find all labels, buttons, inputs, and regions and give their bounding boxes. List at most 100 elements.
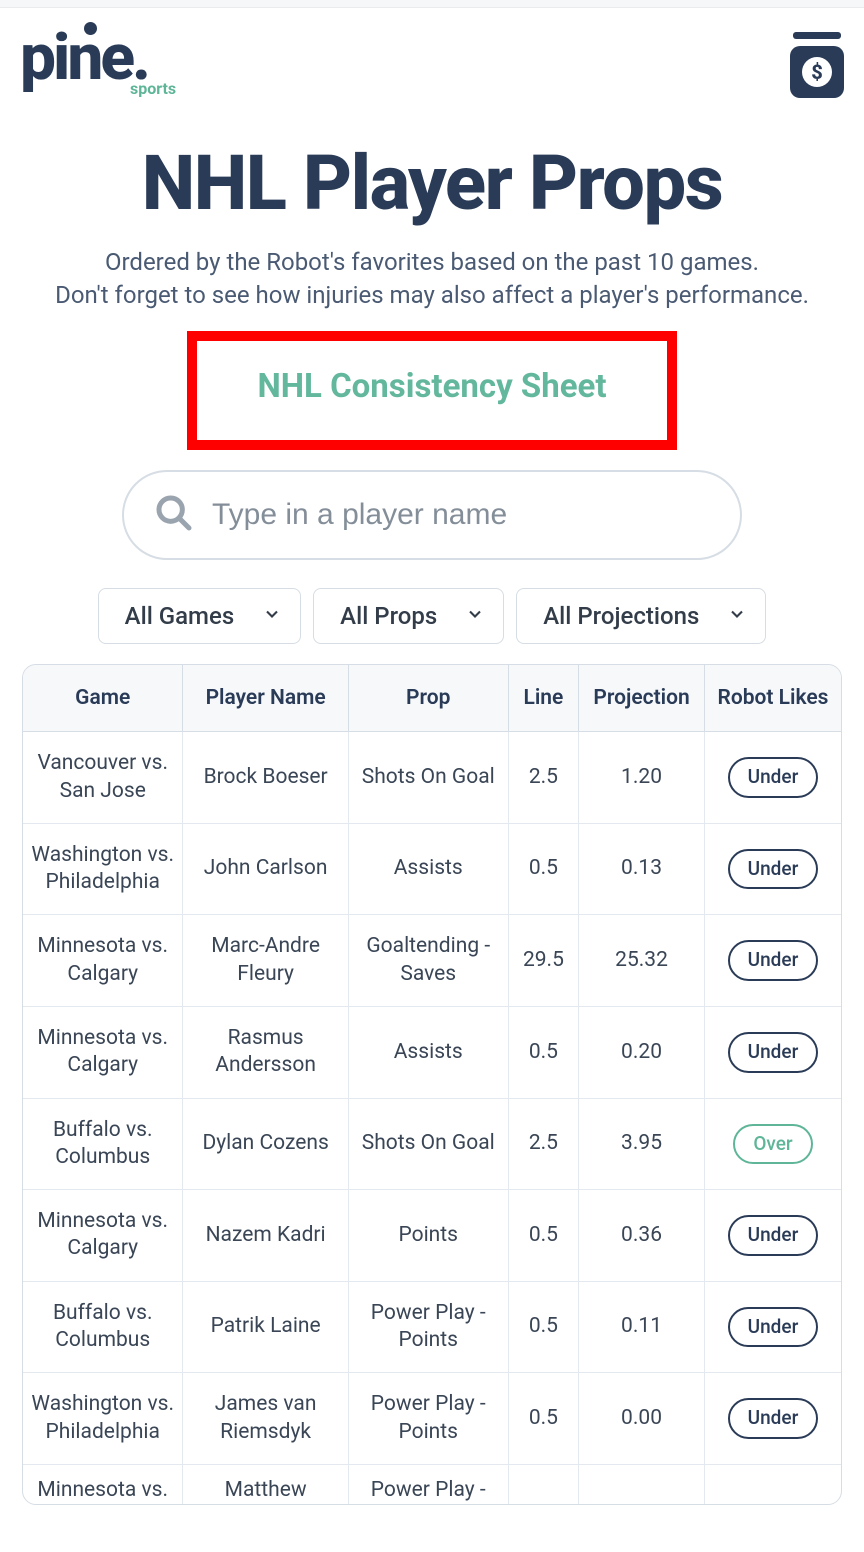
main-content: NHL Player Props Ordered by the Robot's …: [0, 138, 864, 1505]
cell-player: Brock Boeser: [183, 732, 348, 824]
cell-game: Washington vs. Philadelphia: [23, 1373, 183, 1465]
col-header-player[interactable]: Player Name: [183, 665, 348, 732]
cell-prop: Power Play - Points: [348, 1281, 508, 1373]
top-divider: [0, 0, 864, 8]
cell-projection: 0.13: [579, 823, 705, 915]
props-table-container: Game Player Name Prop Line Projection Ro…: [22, 664, 842, 1505]
cell-game: Washington vs. Philadelphia: [23, 823, 183, 915]
cell-game: Buffalo vs. Columbus: [23, 1098, 183, 1190]
cell-prop: Goaltending - Saves: [348, 915, 508, 1007]
col-header-likes[interactable]: Robot Likes: [704, 665, 841, 732]
cell-prop: Points: [348, 1190, 508, 1282]
props-table: Game Player Name Prop Line Projection Ro…: [23, 665, 841, 1504]
search-icon: [154, 493, 194, 537]
cell-projection: 0.00: [579, 1373, 705, 1465]
under-pill-button[interactable]: Under: [728, 1398, 819, 1439]
logo-main-text: pine.: [20, 32, 148, 83]
cell-game: Vancouver vs. San Jose: [23, 732, 183, 824]
cell-player: Dylan Cozens: [183, 1098, 348, 1190]
cell-prop: Power Play - Points: [348, 1373, 508, 1465]
cell-prop: Assists: [348, 823, 508, 915]
cell-player: Rasmus Andersson: [183, 1007, 348, 1099]
cell-game: Buffalo vs. Columbus: [23, 1281, 183, 1373]
under-pill-button[interactable]: Under: [728, 849, 819, 890]
cell-projection: 0.20: [579, 1007, 705, 1099]
logo[interactable]: pine. sports: [20, 32, 176, 98]
table-row: Minnesota vs. CalgaryNazem KadriPoints0.…: [23, 1190, 841, 1282]
table-header-row: Game Player Name Prop Line Projection Ro…: [23, 665, 841, 732]
cell-line: 0.5: [508, 823, 578, 915]
cell-robot-likes: Under: [704, 732, 841, 824]
tip-jar-icon[interactable]: $: [790, 32, 844, 98]
consistency-sheet-link[interactable]: NHL Consistency Sheet: [257, 367, 606, 406]
cell-robot-likes: Over: [704, 1098, 841, 1190]
cell-robot-likes: Under: [704, 1281, 841, 1373]
cell-player: Matthew: [183, 1464, 348, 1504]
table-row: Vancouver vs. San JoseBrock BoeserShots …: [23, 732, 841, 824]
cell-player: James van Riemsdyk: [183, 1373, 348, 1465]
cell-robot-likes: Under: [704, 915, 841, 1007]
cell-empty: [508, 1464, 578, 1504]
jar-lid-icon: [793, 32, 841, 39]
under-pill-button[interactable]: Under: [728, 757, 819, 798]
page-title: NHL Player Props: [22, 138, 842, 228]
cell-game: Minnesota vs.: [23, 1464, 183, 1504]
cell-player: Patrik Laine: [183, 1281, 348, 1373]
logo-dot-icon: [84, 22, 97, 35]
cell-line: 2.5: [508, 1098, 578, 1190]
cell-prop: Shots On Goal: [348, 732, 508, 824]
cell-prop: Assists: [348, 1007, 508, 1099]
header: pine. sports $: [0, 8, 864, 128]
cell-player: Marc-Andre Fleury: [183, 915, 348, 1007]
cell-robot-likes: Under: [704, 1190, 841, 1282]
table-row-partial: Minnesota vs.MatthewPower Play -: [23, 1464, 841, 1504]
cell-line: 0.5: [508, 1190, 578, 1282]
cell-line: 2.5: [508, 732, 578, 824]
table-row: Buffalo vs. ColumbusPatrik LainePower Pl…: [23, 1281, 841, 1373]
chevron-down-icon: [465, 602, 485, 630]
subtitle-line-2: Don't forget to see how injuries may als…: [22, 279, 842, 311]
cell-projection: 25.32: [579, 915, 705, 1007]
over-pill-button[interactable]: Over: [733, 1124, 812, 1165]
cell-line: 0.5: [508, 1281, 578, 1373]
col-header-game[interactable]: Game: [23, 665, 183, 732]
cell-projection: 0.11: [579, 1281, 705, 1373]
filters-row: All Games All Props All Projections: [22, 588, 842, 644]
cell-line: 29.5: [508, 915, 578, 1007]
col-header-projection[interactable]: Projection: [579, 665, 705, 732]
filter-props-select[interactable]: All Props: [313, 588, 504, 644]
search-container: [122, 470, 742, 560]
player-search-input[interactable]: [212, 498, 710, 532]
table-row: Washington vs. PhiladelphiaJohn CarlsonA…: [23, 823, 841, 915]
highlight-box: NHL Consistency Sheet: [187, 331, 676, 450]
filter-games-select[interactable]: All Games: [98, 588, 302, 644]
chevron-down-icon: [262, 602, 282, 630]
under-pill-button[interactable]: Under: [728, 1307, 819, 1348]
page-subtitle: Ordered by the Robot's favorites based o…: [22, 246, 842, 311]
table-row: Buffalo vs. ColumbusDylan CozensShots On…: [23, 1098, 841, 1190]
table-row: Minnesota vs. CalgaryRasmus AnderssonAss…: [23, 1007, 841, 1099]
under-pill-button[interactable]: Under: [728, 1032, 819, 1073]
cell-projection: 1.20: [579, 732, 705, 824]
cell-projection: 3.95: [579, 1098, 705, 1190]
cell-robot-likes: Under: [704, 1007, 841, 1099]
under-pill-button[interactable]: Under: [728, 940, 819, 981]
filter-projections-select[interactable]: All Projections: [516, 588, 766, 644]
cell-game: Minnesota vs. Calgary: [23, 1190, 183, 1282]
under-pill-button[interactable]: Under: [728, 1215, 819, 1256]
filter-props-label: All Props: [340, 602, 437, 630]
cell-prop: Power Play -: [348, 1464, 508, 1504]
cell-game: Minnesota vs. Calgary: [23, 1007, 183, 1099]
jar-body-icon: $: [790, 46, 844, 98]
cell-robot-likes: Under: [704, 1373, 841, 1465]
cell-empty: [704, 1464, 841, 1504]
filter-projections-label: All Projections: [543, 602, 699, 630]
col-header-prop[interactable]: Prop: [348, 665, 508, 732]
cell-projection: 0.36: [579, 1190, 705, 1282]
cell-player: John Carlson: [183, 823, 348, 915]
col-header-line[interactable]: Line: [508, 665, 578, 732]
dollar-icon: $: [802, 57, 832, 87]
chevron-down-icon: [727, 602, 747, 630]
subtitle-line-1: Ordered by the Robot's favorites based o…: [22, 246, 842, 278]
table-row: Minnesota vs. CalgaryMarc-Andre FleuryGo…: [23, 915, 841, 1007]
